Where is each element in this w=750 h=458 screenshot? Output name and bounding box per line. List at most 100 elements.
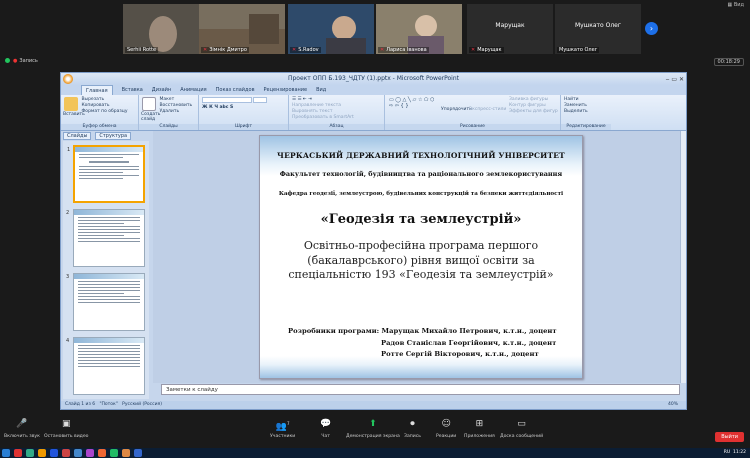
- taskbar-app-icon[interactable]: [122, 449, 130, 457]
- apps-button[interactable]: ⊞ Приложения: [464, 418, 495, 439]
- participant-display-name: Мушкато Олег: [575, 22, 621, 29]
- font-group: Ж К Ч abc S Шрифт: [199, 95, 289, 130]
- participant-tile-3[interactable]: ✕ S.Radov: [288, 4, 374, 54]
- group-label: Редактирование: [561, 124, 611, 130]
- apps-icon: ⊞: [475, 419, 484, 429]
- thumb-line: [78, 351, 140, 352]
- tab-slideshow[interactable]: Показ слайдов: [216, 85, 255, 95]
- font-name-input[interactable]: [202, 97, 252, 103]
- participant-name: ✕ Зімнік Дмитро: [201, 47, 249, 53]
- paste-button[interactable]: Вставить: [63, 112, 85, 117]
- taskbar-app-icon[interactable]: [74, 449, 82, 457]
- tab-review[interactable]: Рецензирование: [264, 85, 308, 95]
- taskbar-app-icon[interactable]: [14, 449, 22, 457]
- participant-tile-1[interactable]: Serhii Rotte: [123, 4, 209, 54]
- grid-icon: ▦: [727, 2, 733, 8]
- slide-program-title: «Геодезія та землеустрій»: [320, 212, 522, 227]
- stop-video-button[interactable]: ▣ Остановить видео: [44, 418, 89, 439]
- window-controls[interactable]: ‒ ▭ ✕: [666, 74, 684, 86]
- thumb-header: [74, 338, 144, 343]
- paste-icon[interactable]: [64, 97, 78, 111]
- participant-name: Мушкато Олег: [557, 47, 600, 53]
- thumb-line: [79, 157, 123, 158]
- participants-icon: 👥7: [275, 421, 290, 432]
- taskbar-app-icon[interactable]: [38, 449, 46, 457]
- slide-developers: Розробники програми: Марущак Михайло Пет…: [288, 326, 557, 361]
- system-clock: 11:22: [733, 450, 746, 455]
- tab-design[interactable]: Дизайн: [152, 85, 171, 95]
- tab-insert[interactable]: Вставка: [122, 85, 143, 95]
- thumb-line: [78, 287, 140, 288]
- taskbar-app-icon[interactable]: [98, 449, 106, 457]
- taskbar-app-icon[interactable]: [26, 449, 34, 457]
- share-screen-button[interactable]: ⬆ Демонстрация экрана: [346, 418, 400, 439]
- tab-home[interactable]: Главная: [81, 85, 113, 95]
- thumb-line: [78, 366, 140, 367]
- developer-line: Ротте Сергій Вікторович, к.т.н., доцент: [381, 350, 539, 358]
- arrange-button[interactable]: Упорядочить: [441, 107, 472, 112]
- leave-button[interactable]: Выйти: [715, 432, 744, 442]
- slide-thumbnail[interactable]: 3: [66, 273, 145, 331]
- system-tray: RU 11:22: [724, 448, 746, 458]
- thumb-line: [78, 241, 140, 242]
- tab-outline[interactable]: Структура: [95, 132, 132, 140]
- shape-effects-button[interactable]: Эффекты для фигур: [509, 109, 558, 115]
- smartart-button[interactable]: Преобразовать в SmartArt: [292, 115, 381, 121]
- shapes-gallery[interactable]: ▭ ◯ △ ╲ ▱ ☆ ⬠ ⬡ ⇨ ⇦ { }: [389, 97, 437, 115]
- delete-button[interactable]: Удалить: [159, 109, 192, 115]
- taskbar-app-icon[interactable]: [62, 449, 70, 457]
- start-icon[interactable]: [2, 449, 10, 457]
- font-size-input[interactable]: [253, 97, 268, 103]
- thumb-line: [78, 284, 140, 285]
- taskbar-app-icon[interactable]: [134, 449, 142, 457]
- participants-button[interactable]: 👥7 Участники: [270, 418, 295, 439]
- thumb-line: [78, 223, 124, 224]
- font-format-buttons[interactable]: Ж К Ч abc S: [202, 105, 285, 111]
- whiteboard-button[interactable]: ▭ Доска сообщений: [500, 418, 543, 439]
- view-button[interactable]: ▦ Вид: [728, 2, 744, 8]
- vertical-scrollbar[interactable]: [680, 131, 686, 383]
- taskbar-app-icon[interactable]: [86, 449, 94, 457]
- shield-icon: [5, 58, 10, 63]
- participant-tile-5[interactable]: Марущак ✕ Марущак: [467, 4, 553, 54]
- format-painter-button[interactable]: Формат по образцу: [81, 109, 127, 115]
- participants-count: 7: [286, 421, 290, 426]
- participant-tile-2[interactable]: ✕ Зімнік Дмитро: [199, 4, 285, 54]
- tab-slides[interactable]: Слайды: [63, 132, 92, 140]
- office-button-icon[interactable]: [63, 74, 73, 84]
- developer-name: Марущак Михайло Петрович, к.т.н., доцент: [381, 327, 557, 335]
- reactions-button[interactable]: ☺ Реакции: [436, 418, 456, 439]
- thumb-line: [78, 229, 140, 230]
- chat-button[interactable]: 💬 Чат: [320, 418, 331, 439]
- recording-indicator: ● Запись: [5, 58, 38, 64]
- slide-thumbnail[interactable]: 1: [67, 145, 145, 203]
- slide-thumbnail[interactable]: 4: [66, 337, 145, 395]
- thumb-line: [79, 172, 123, 173]
- slide-thumbnail[interactable]: 2: [66, 209, 145, 267]
- keyboard-language[interactable]: RU: [724, 450, 730, 455]
- zoom-level[interactable]: 40%: [668, 401, 678, 409]
- quick-styles-button[interactable]: Экспресс-стили: [469, 107, 506, 112]
- thumb-line: [78, 290, 140, 291]
- current-slide[interactable]: ЧЕРКАСЬКИЙ ДЕРЖАВНИЙ ТЕХНОЛОГІЧНИЙ УНІВЕ…: [259, 135, 583, 379]
- participant-tile-4[interactable]: ✕ Лариса Іванова: [376, 4, 462, 54]
- mic-muted-icon: ✕: [203, 47, 208, 53]
- recording-label: Запись: [19, 58, 38, 64]
- new-slide-icon[interactable]: [142, 97, 156, 111]
- share-screen-label: Демонстрация экрана: [346, 434, 400, 439]
- notes-pane[interactable]: Заметки к слайду: [161, 384, 680, 395]
- taskbar-app-icon[interactable]: [50, 449, 58, 457]
- select-button[interactable]: Выделить: [564, 109, 608, 115]
- tab-view[interactable]: Вид: [316, 85, 326, 95]
- thumb-header: [74, 274, 144, 279]
- taskbar-app-icon[interactable]: [110, 449, 118, 457]
- participant-tile-6[interactable]: Мушкато Олег Мушкато Олег: [555, 4, 641, 54]
- thumb-line: [78, 348, 140, 349]
- participant-name-text: S.Radov: [298, 47, 319, 53]
- record-button[interactable]: ⏺ Запись: [404, 418, 421, 439]
- unmute-button[interactable]: 🎤 Включить звук: [4, 418, 40, 439]
- tab-animation[interactable]: Анимация: [180, 85, 206, 95]
- next-page-icon[interactable]: ›: [645, 22, 658, 35]
- thumb-line: [78, 217, 140, 218]
- new-slide-button[interactable]: Создать слайд: [141, 112, 161, 122]
